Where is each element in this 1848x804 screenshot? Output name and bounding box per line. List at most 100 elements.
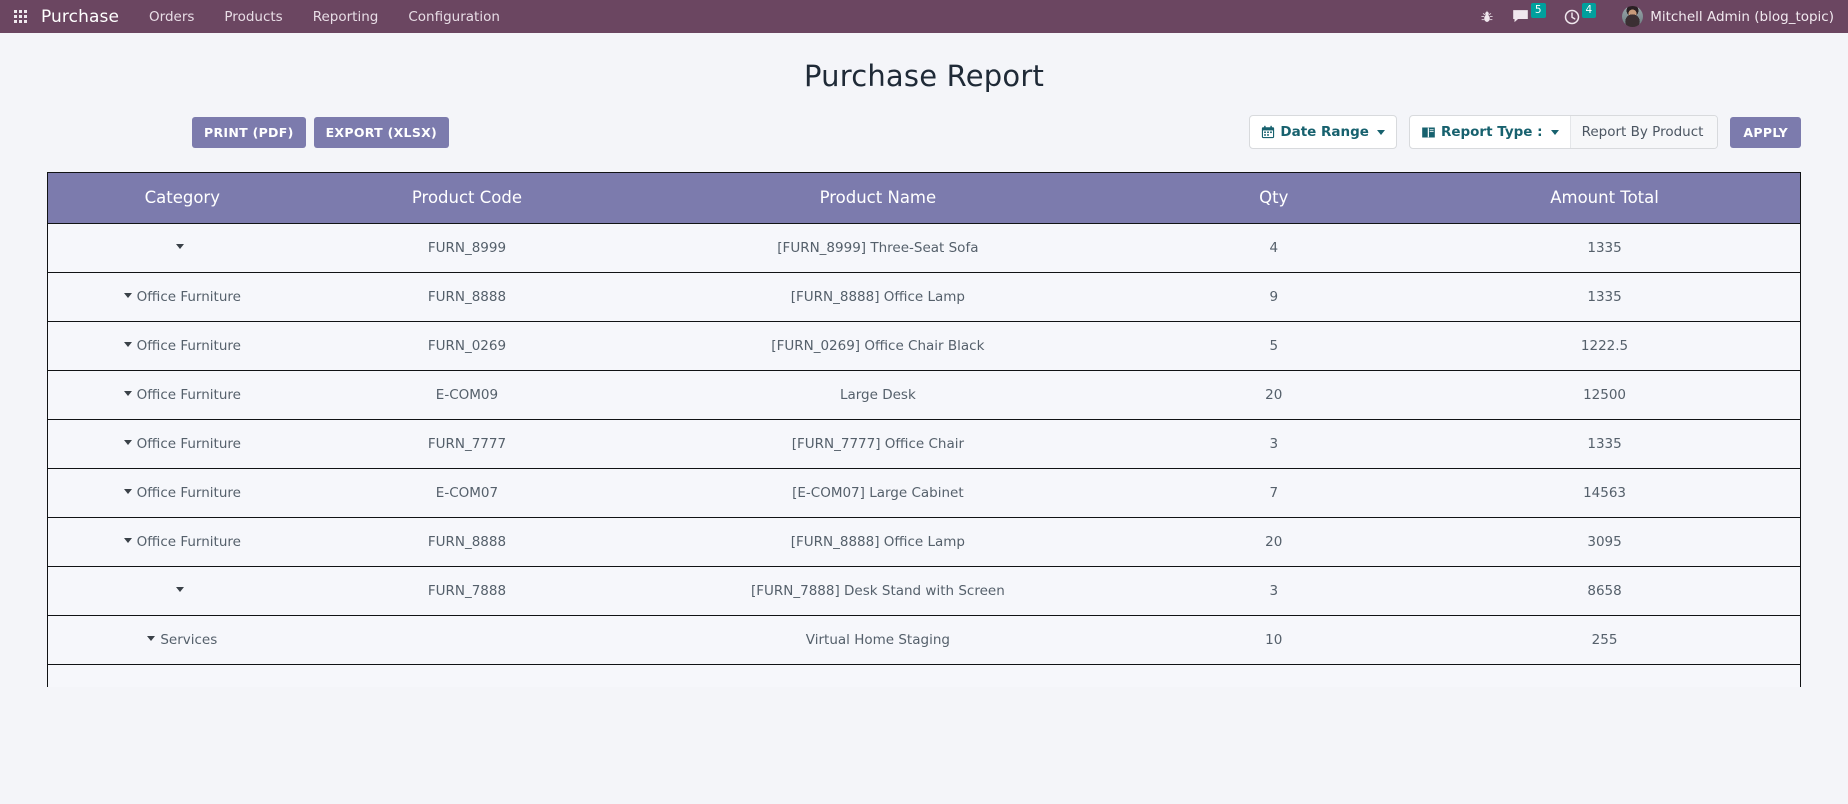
cell-product-code: E-COM09 (316, 370, 618, 420)
cell-product-name: [FURN_7777] Office Chair (617, 419, 1139, 469)
table-row[interactable]: FURN_7888 [FURN_7888] Desk Stand with Scr… (48, 566, 1800, 616)
export-xlsx-button[interactable]: EXPORT (XLSX) (313, 116, 450, 148)
cell-category (48, 223, 317, 273)
column-header-product-code[interactable]: Product Code (316, 173, 618, 224)
cell-product-name: [FURN_8888] Office Lamp (617, 517, 1139, 567)
cell-product-code: E-COM07 (316, 468, 618, 518)
messages-icon-group[interactable]: 5 (1512, 2, 1546, 25)
cell-amount-total: 1222.5 (1409, 321, 1800, 371)
cell-product-name: [FURN_8999] Three-Seat Sofa (617, 223, 1139, 273)
apply-button[interactable]: APPLY (1730, 116, 1801, 148)
column-header-product-name[interactable]: Product Name (617, 173, 1139, 224)
cell-product-name: [FURN_7888] Desk Stand with Screen (617, 566, 1139, 616)
column-header-category[interactable]: Category (48, 173, 317, 224)
avatar[interactable] (1622, 6, 1644, 27)
caret-down-icon[interactable] (123, 293, 132, 298)
cell-amount-total: 1335 (1409, 419, 1800, 469)
apps-grid-icon[interactable] (14, 10, 27, 23)
cell-qty: 20 (1138, 370, 1410, 420)
report-type-label: Report Type : (1440, 124, 1543, 140)
nav-item-orders[interactable]: Orders (149, 9, 194, 25)
table-row[interactable]: Office Furniture FURN_7777 [FURN_7777] Off… (48, 419, 1800, 469)
cell-empty (316, 664, 618, 687)
table-row[interactable]: Office Furniture FURN_0269 [FURN_0269] Off… (48, 321, 1800, 371)
category-label: Office Furniture (136, 386, 241, 403)
caret-down-icon[interactable] (123, 440, 132, 445)
caret-down-icon[interactable] (123, 489, 132, 494)
column-header-qty[interactable]: Qty (1138, 173, 1410, 224)
cell-product-code: FURN_7888 (316, 566, 618, 616)
category-label: Services (160, 631, 218, 648)
cell-category: Office Furniture (48, 321, 317, 371)
report-type-selected-value[interactable]: Report By Product (1569, 116, 1718, 148)
nav-item-products[interactable]: Products (224, 9, 282, 25)
cell-product-name: [FURN_0269] Office Chair Black (617, 321, 1139, 371)
cell-qty: 7 (1138, 468, 1410, 518)
category-label: Office Furniture (136, 288, 241, 305)
category-label: Office Furniture (136, 484, 241, 501)
top-navigation-bar: Purchase Orders Products Reporting Confi… (0, 0, 1848, 33)
date-range-filter[interactable]: Date Range (1249, 115, 1397, 149)
cell-amount-total: 1335 (1409, 272, 1800, 322)
cell-qty: 3 (1138, 419, 1410, 469)
cell-product-code: FURN_8999 (316, 223, 618, 273)
cell-category: Services (48, 615, 317, 665)
table-header-row: Category Product Code Product Name Qty A… (48, 173, 1800, 224)
cell-qty: 20 (1138, 517, 1410, 567)
table-row[interactable]: Office Furniture E-COM07 [E-COM07] Large C… (48, 468, 1800, 518)
caret-down-icon[interactable] (123, 342, 132, 347)
cell-qty: 3 (1138, 566, 1410, 616)
table-row[interactable]: Services Virtual Home Staging 10 255 (48, 615, 1800, 665)
cell-amount-total: 12500 (1409, 370, 1800, 420)
username-label[interactable]: Mitchell Admin (blog_topic) (1650, 9, 1834, 25)
cell-product-code: FURN_0269 (316, 321, 618, 371)
cell-category (48, 566, 317, 616)
table-row[interactable]: FURN_8999 [FURN_8999] Three-Seat Sofa 4 133… (48, 223, 1800, 273)
cell-category: Office Furniture (48, 468, 317, 518)
date-range-dropdown-toggle[interactable]: Date Range (1250, 116, 1396, 148)
cell-amount-total: 3095 (1409, 517, 1800, 567)
clock-icon (1564, 9, 1579, 24)
debug-bug-icon[interactable] (1480, 10, 1494, 24)
column-header-amount-total[interactable]: Amount Total (1409, 173, 1800, 224)
chat-bubble-icon (1513, 10, 1528, 23)
caret-down-icon[interactable] (123, 391, 132, 396)
nav-right-group: 5 4 Mitchell Admin (blog_topic) (1462, 2, 1834, 27)
toolbar-left-group: PRINT (PDF) EXPORT (XLSX) (192, 116, 450, 148)
cell-product-name: [E-COM07] Large Cabinet (617, 468, 1139, 518)
calendar-icon (1262, 125, 1275, 139)
cell-amount-total: 8658 (1409, 566, 1800, 616)
cell-empty (1409, 664, 1800, 687)
cell-product-code: FURN_8888 (316, 272, 618, 322)
page-title: Purchase Report (803, 59, 1045, 93)
nav-item-reporting[interactable]: Reporting (313, 9, 379, 25)
cell-empty (617, 664, 1139, 687)
caret-down-icon[interactable] (175, 587, 184, 592)
cell-category: Office Furniture (48, 272, 317, 322)
cell-amount-total: 14563 (1409, 468, 1800, 518)
caret-down-icon[interactable] (175, 244, 184, 249)
cell-amount-total: 255 (1409, 615, 1800, 665)
toolbar-right-group: Date Range Report Type : Report By Produ… (1249, 115, 1801, 149)
app-brand-purchase[interactable]: Purchase (41, 7, 119, 27)
cell-qty: 5 (1138, 321, 1410, 371)
cell-empty (1138, 664, 1410, 687)
cell-category: Office Furniture (48, 517, 317, 567)
nav-item-configuration[interactable]: Configuration (408, 9, 500, 25)
messages-count-badge: 5 (1530, 2, 1546, 19)
page-content: Purchase Report PRINT (PDF) EXPORT (XLSX… (0, 59, 1848, 687)
table-row[interactable]: Office Furniture FURN_8888 [FURN_8888] Off… (48, 517, 1800, 567)
chevron-down-icon (1550, 129, 1559, 135)
caret-down-icon[interactable] (147, 636, 156, 641)
table-row[interactable]: Office Furniture E-COM09 Large Desk 20 12500 (48, 370, 1800, 420)
caret-down-icon[interactable] (123, 538, 132, 543)
cell-product-name: Large Desk (617, 370, 1139, 420)
purchase-report-table: Category Product Code Product Name Qty A… (48, 173, 1800, 687)
cell-category: Office Furniture (48, 419, 317, 469)
activities-icon-group[interactable]: 4 (1564, 2, 1597, 25)
table-row[interactable]: Office Furniture FURN_8888 [FURN_8888] Off… (48, 272, 1800, 322)
report-type-dropdown-toggle[interactable]: Report Type : (1410, 116, 1570, 148)
print-pdf-button[interactable]: PRINT (PDF) (192, 116, 306, 148)
report-type-filter[interactable]: Report Type : Report By Product (1408, 115, 1719, 149)
activities-count-badge: 4 (1581, 2, 1597, 19)
